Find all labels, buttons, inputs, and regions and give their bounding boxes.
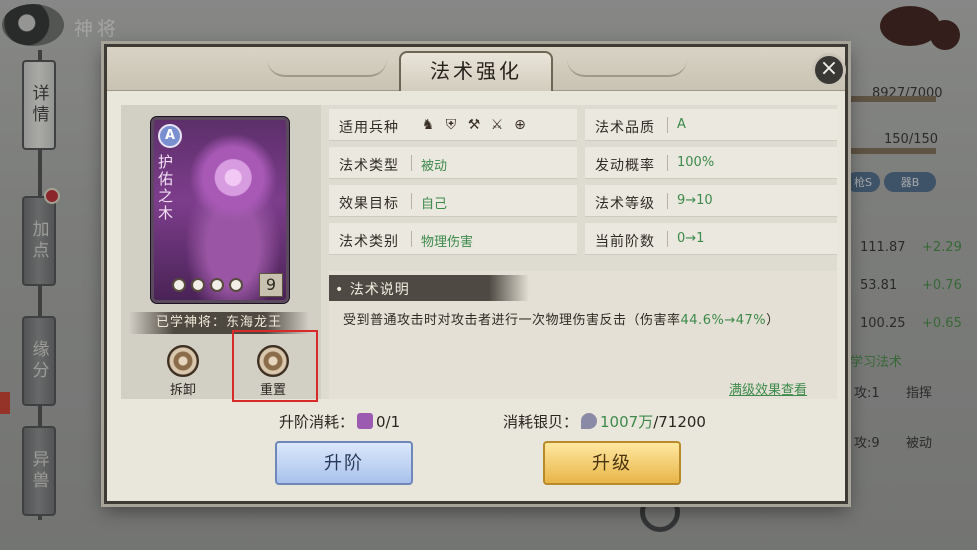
- level-up-button[interactable]: 升级: [543, 441, 681, 485]
- target-icon: ⊕: [514, 117, 526, 133]
- spell-category-label: 法术类别: [339, 234, 399, 250]
- divider: [411, 155, 412, 171]
- trigger-chance-value: 100%: [677, 155, 715, 170]
- divider: [667, 117, 668, 133]
- effect-target-label: 效果目标: [339, 196, 399, 212]
- spell-level-value: 9→10: [677, 193, 713, 208]
- close-icon: ×: [819, 56, 839, 81]
- dialog-header: 法术强化: [107, 47, 845, 91]
- divider: [667, 155, 668, 171]
- close-button[interactable]: ×: [812, 53, 846, 87]
- card-stars: [172, 278, 243, 292]
- star-icon: [191, 278, 205, 292]
- rank-up-cost-value: 0/1: [376, 413, 401, 431]
- current-stage-value: 0→1: [677, 231, 705, 246]
- star-icon: [172, 278, 186, 292]
- spell-quality-value: A: [677, 117, 686, 132]
- divider: [667, 193, 668, 209]
- spell-type-value: 被动: [421, 159, 448, 174]
- current-stage-row: 当前阶数 0→1: [585, 223, 837, 255]
- spell-card: A 护佑之木 9: [151, 117, 289, 303]
- silver-owned: 1007万: [600, 413, 654, 431]
- reset-highlight-box: [232, 330, 318, 402]
- effect-target-value: 自己: [421, 197, 448, 212]
- divider: [667, 231, 668, 247]
- divider: [411, 231, 412, 247]
- spell-category-value: 物理伤害: [421, 235, 474, 250]
- troop-type-label: 适用兵种: [339, 120, 399, 136]
- silver-cost: 消耗银贝： 1007万/71200: [503, 411, 706, 432]
- troop-type-row: 适用兵种 ♞ ⛨ ⚒ ⚔ ⊕: [329, 109, 577, 141]
- rank-up-cost-label: 升阶消耗：: [279, 413, 355, 431]
- silver-cost-label: 消耗银贝：: [503, 413, 579, 431]
- description-main: 受到普通攻击时对攻击者进行一次物理伤害反击（伤害率: [343, 313, 681, 328]
- description-tag-label: • 法术说明: [335, 282, 410, 298]
- spell-level-label: 法术等级: [595, 196, 655, 212]
- horse-icon: ♞: [421, 117, 435, 133]
- spell-quality-row: 法术品质 A: [585, 109, 837, 141]
- spell-level-row: 法术等级 9→10: [585, 185, 837, 217]
- card-name: 护佑之木: [156, 154, 174, 222]
- trigger-chance-label: 发动概率: [595, 158, 655, 174]
- spell-category-row: 法术类别 物理伤害: [329, 223, 577, 255]
- description-highlight: 44.6%→47%: [680, 313, 767, 328]
- troop-icons: ♞ ⛨ ⚒ ⚔ ⊕: [419, 116, 529, 134]
- silver-required: /71200: [653, 413, 706, 431]
- swirl-icon: [167, 345, 199, 377]
- trigger-chance-row: 发动概率 100%: [585, 147, 837, 179]
- shield-icon: ⛨: [445, 117, 457, 133]
- star-icon: [229, 278, 243, 292]
- max-level-effect-link[interactable]: 满级效果查看: [729, 379, 807, 398]
- spell-type-row: 法术类型 被动: [329, 147, 577, 179]
- spell-card-item-icon: [357, 413, 374, 429]
- card-level: 9: [259, 273, 283, 297]
- description-end: ）: [766, 313, 780, 328]
- silver-shell-icon: [581, 413, 598, 429]
- dialog-title: 法术强化: [430, 59, 522, 83]
- effect-target-row: 效果目标 自己: [329, 185, 577, 217]
- unequip-button[interactable]: 拆卸: [163, 345, 203, 399]
- rank-up-cost: 升阶消耗： 0/1: [279, 411, 400, 432]
- divider: [411, 193, 412, 209]
- rank-up-button[interactable]: 升阶: [275, 441, 413, 485]
- description-text: 受到普通攻击时对攻击者进行一次物理伤害反击（伤害率44.6%→47%）: [343, 309, 833, 328]
- crossed-swords-icon: ⚔: [490, 117, 504, 133]
- star-icon: [210, 278, 224, 292]
- pickaxe-icon: ⚒: [467, 117, 481, 133]
- card-grade-badge: A: [158, 124, 182, 148]
- unequip-label: 拆卸: [169, 383, 196, 398]
- spell-quality-label: 法术品质: [595, 120, 655, 136]
- current-stage-label: 当前阶数: [595, 234, 655, 250]
- spell-type-label: 法术类型: [339, 158, 399, 174]
- description-tag: • 法术说明: [329, 275, 529, 301]
- spell-upgrade-dialog: 法术强化 × A 护佑之木 9 已学神将：东海龙王 拆卸 重置 适用兵种 ♞ ⛨…: [104, 44, 848, 504]
